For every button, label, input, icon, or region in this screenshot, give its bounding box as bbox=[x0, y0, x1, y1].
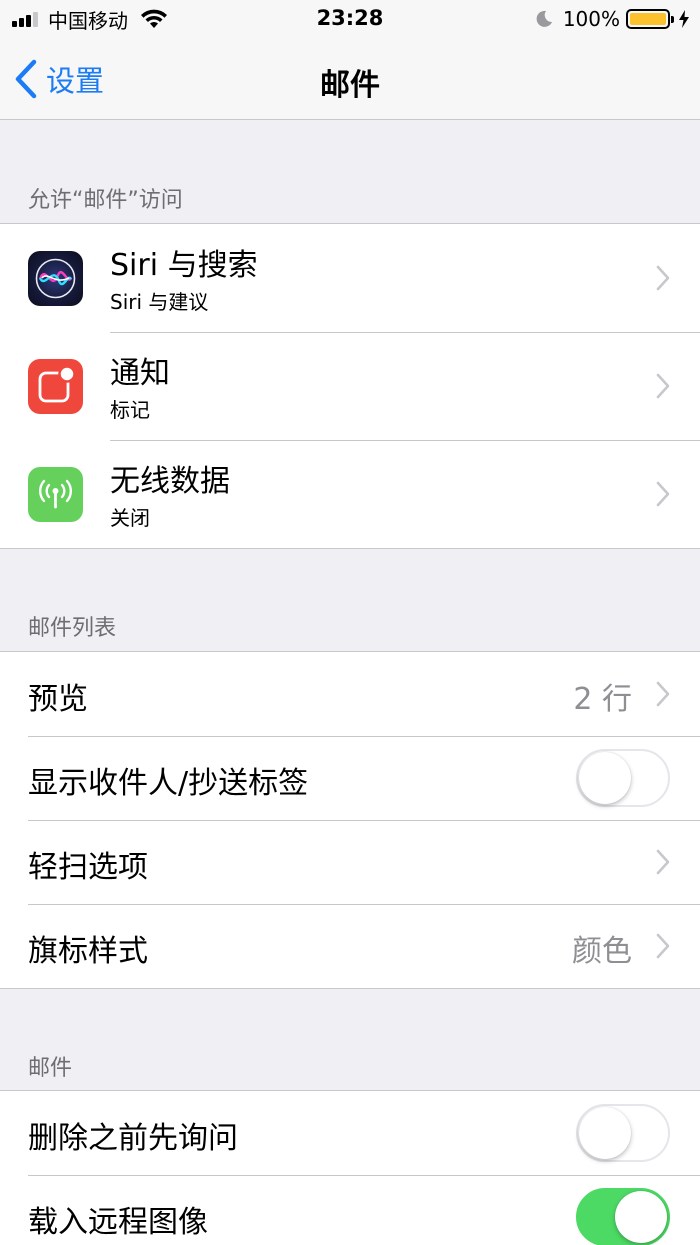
row-preview[interactable]: 预览 2 行 bbox=[0, 652, 700, 736]
battery-icon bbox=[626, 9, 674, 29]
mail-group: 删除之前先询问 载入远程图像 bbox=[0, 1090, 700, 1245]
chevron-right-icon bbox=[656, 933, 670, 959]
navigation-bar: 设置 邮件 bbox=[0, 40, 700, 120]
chevron-right-icon bbox=[656, 373, 670, 399]
row-value: 2 行 bbox=[573, 682, 632, 717]
chevron-right-icon bbox=[656, 849, 670, 875]
row-subtitle: 标记 bbox=[110, 398, 150, 422]
row-label: 显示收件人/抄送标签 bbox=[28, 766, 309, 801]
row-notifications[interactable]: 通知 标记 bbox=[0, 332, 700, 440]
row-flag-style[interactable]: 旗标样式 颜色 bbox=[0, 904, 700, 988]
row-subtitle: Siri 与建议 bbox=[110, 290, 209, 314]
ask-before-delete-toggle[interactable] bbox=[576, 1104, 670, 1162]
section-header-mail-list: 邮件列表 bbox=[28, 616, 117, 641]
section-header-access: 允许“邮件”访问 bbox=[28, 188, 183, 213]
toggle-knob bbox=[579, 1107, 631, 1159]
row-label: 预览 bbox=[28, 682, 88, 717]
row-label: 载入远程图像 bbox=[28, 1205, 208, 1240]
row-swipe-options[interactable]: 轻扫选项 bbox=[0, 820, 700, 904]
row-subtitle: 关闭 bbox=[110, 506, 150, 530]
battery-percent: 100% bbox=[562, 7, 620, 31]
row-label: 旗标样式 bbox=[28, 934, 148, 969]
battery-level-fill bbox=[630, 13, 666, 25]
row-title: 通知 bbox=[110, 356, 170, 391]
row-ask-before-delete: 删除之前先询问 bbox=[0, 1091, 700, 1175]
row-siri-search[interactable]: Siri 与搜索 Siri 与建议 bbox=[0, 224, 700, 332]
page-title: 邮件 bbox=[320, 68, 380, 103]
toggle-knob bbox=[579, 752, 631, 804]
siri-icon bbox=[28, 251, 83, 306]
charging-bolt-icon bbox=[679, 10, 689, 28]
chevron-right-icon bbox=[656, 265, 670, 291]
load-remote-images-toggle[interactable] bbox=[576, 1188, 670, 1245]
notifications-icon bbox=[28, 359, 83, 414]
status-bar: 中国移动 23:28 100% bbox=[0, 0, 700, 40]
section-header-mail: 邮件 bbox=[28, 1056, 73, 1081]
row-label: 删除之前先询问 bbox=[28, 1121, 238, 1156]
access-group: Siri 与搜索 Siri 与建议 通知 标记 无线数据 关闭 bbox=[0, 223, 700, 549]
chevron-right-icon bbox=[656, 481, 670, 507]
mail-list-group: 预览 2 行 显示收件人/抄送标签 轻扫选项 旗标样式 颜色 bbox=[0, 651, 700, 989]
row-show-to-cc-labels: 显示收件人/抄送标签 bbox=[0, 736, 700, 820]
row-label: 轻扫选项 bbox=[28, 850, 148, 885]
toggle-knob bbox=[615, 1191, 667, 1243]
show-to-cc-toggle[interactable] bbox=[576, 749, 670, 807]
row-title: 无线数据 bbox=[110, 464, 230, 499]
row-title: Siri 与搜索 bbox=[110, 248, 258, 283]
mail-settings-screen: 中国移动 23:28 100% 设置 邮件 允许“邮件”访问 Siri 与搜索 … bbox=[0, 0, 700, 1245]
do-not-disturb-moon-icon bbox=[536, 10, 552, 27]
cellular-data-icon bbox=[28, 467, 83, 522]
chevron-right-icon bbox=[656, 681, 670, 707]
row-value: 颜色 bbox=[572, 934, 632, 969]
row-wireless-data[interactable]: 无线数据 关闭 bbox=[0, 440, 700, 548]
row-load-remote-images: 载入远程图像 bbox=[0, 1175, 700, 1245]
